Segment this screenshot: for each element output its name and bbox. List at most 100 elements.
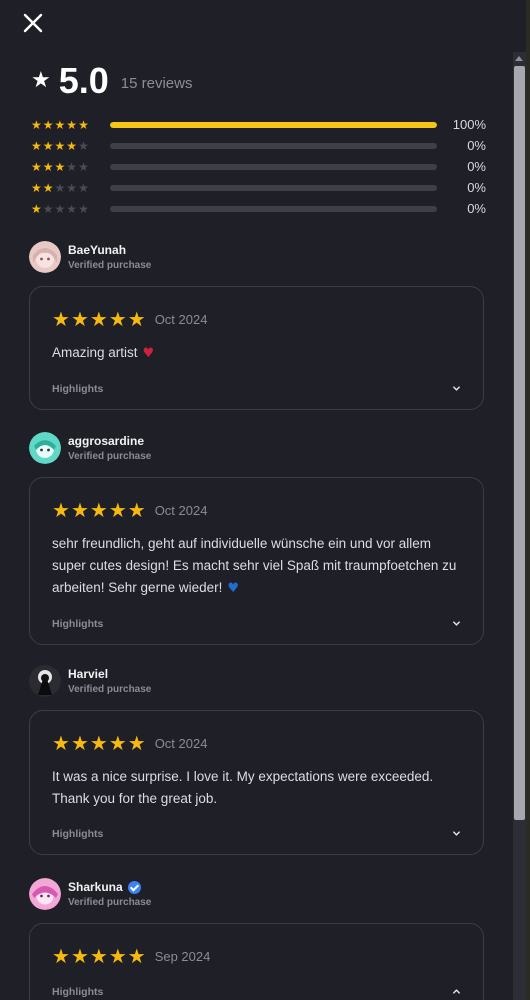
chevron-up-icon[interactable] (452, 983, 461, 1000)
review-text-content: Amazing artist (52, 345, 138, 360)
star-icon: ★ (52, 307, 71, 331)
reviewer-info: aggrosardine Verified purchase (68, 434, 151, 462)
highlights-label: Highlights (52, 618, 104, 630)
distribution-row: ★★★★★ 0% (31, 156, 486, 177)
verified-purchase-label: Verified purchase (68, 897, 152, 908)
highlights-toggle[interactable]: Highlights (52, 369, 461, 409)
star-icon: ★ (54, 180, 67, 195)
review-stars: ★★★★★ (52, 733, 147, 753)
chevron-down-icon[interactable] (452, 380, 461, 398)
star-icon: ★ (108, 944, 128, 968)
reviewer-header: BaeYunah Verified purchase (29, 240, 484, 274)
star-icon: ★ (78, 117, 90, 132)
star-icon: ★ (31, 68, 51, 93)
highlights-label: Highlights (52, 828, 104, 840)
heart-emoji-icon: ♥ (142, 346, 155, 361)
distribution-bar (110, 184, 437, 191)
distribution-stars: ★★★★★ (31, 139, 110, 153)
star-icon: ★ (78, 159, 90, 174)
review-card: ★★★★★ Oct 2024 Amazing artist ♥ Highlights (29, 286, 484, 410)
review-card: ★★★★★ Oct 2024 It was a nice surprise. I l… (29, 710, 484, 855)
highlights-label: Highlights (52, 383, 104, 395)
star-icon: ★ (70, 731, 90, 755)
review-text: Amazing artist ♥ (52, 342, 461, 365)
star-icon: ★ (31, 201, 43, 216)
star-icon: ★ (52, 498, 71, 522)
rating-distribution: ★★★★★ 100% ★★★★★ 0% ★★★★★ 0% ★★★★★ 0% ★★★★★ 0% (31, 114, 486, 219)
star-icon: ★ (70, 498, 90, 522)
avatar (29, 878, 61, 910)
star-icon: ★ (66, 138, 79, 153)
reviewer-name: Harviel (68, 667, 151, 681)
star-icon: ★ (78, 201, 90, 216)
review-date: Sep 2024 (154, 948, 211, 964)
star-icon: ★ (78, 138, 90, 153)
verified-purchase-label: Verified purchase (68, 451, 152, 462)
star-icon: ★ (42, 138, 55, 153)
distribution-row: ★★★★★ 0% (31, 198, 486, 219)
star-icon: ★ (127, 944, 147, 968)
review-card-header: ★★★★★ Oct 2024 (52, 500, 461, 520)
distribution-bar (110, 163, 437, 170)
star-icon: ★ (66, 180, 79, 195)
distribution-bar (110, 142, 437, 149)
star-icon: ★ (127, 307, 147, 331)
star-icon: ★ (66, 159, 79, 174)
star-icon: ★ (42, 180, 55, 195)
star-icon: ★ (42, 159, 55, 174)
distribution-percent: 0% (467, 138, 486, 153)
star-icon: ★ (66, 117, 79, 132)
scrollbar-thumb[interactable] (514, 66, 525, 820)
distribution-percent: 100% (452, 117, 486, 132)
review-text: sehr freundlich, geht auf individuelle w… (52, 533, 461, 600)
star-icon: ★ (54, 201, 67, 216)
highlights-toggle[interactable]: Highlights (52, 972, 461, 1000)
review-stars: ★★★★★ (52, 309, 147, 329)
close-icon (23, 13, 43, 33)
review-stars: ★★★★★ (52, 500, 147, 520)
average-rating: 5.0 (58, 60, 109, 101)
scroll-up-arrow-icon[interactable] (515, 56, 523, 61)
reviewer-name: Sharkuna (68, 880, 151, 894)
verified-purchase-label: Verified purchase (68, 684, 152, 695)
review-date: Oct 2024 (154, 311, 208, 327)
highlights-toggle[interactable]: Highlights (52, 604, 461, 644)
reviewer-info: Harviel Verified purchase (68, 667, 151, 695)
distribution-bar-fill (110, 121, 437, 128)
reviewer-name-text: BaeYunah (68, 243, 127, 257)
highlights-label: Highlights (52, 986, 104, 998)
distribution-stars: ★★★★★ (31, 202, 110, 216)
chevron-down-icon[interactable] (452, 615, 461, 633)
distribution-percent: 0% (467, 159, 486, 174)
distribution-bar (110, 205, 437, 212)
star-icon: ★ (108, 307, 128, 331)
star-icon: ★ (127, 731, 147, 755)
review-item: BaeYunah Verified purchase ★★★★★ Oct 2024 Am… (29, 240, 484, 410)
star-icon: ★ (31, 159, 43, 174)
distribution-row: ★★★★★ 0% (31, 177, 486, 198)
distribution-percent: 0% (467, 180, 486, 195)
star-icon: ★ (108, 498, 128, 522)
distribution-row: ★★★★★ 100% (31, 114, 486, 135)
review-text-content: sehr freundlich, geht auf individuelle w… (52, 536, 457, 595)
distribution-percent: 0% (467, 201, 486, 216)
highlights-toggle[interactable]: Highlights (52, 814, 461, 854)
review-card-header: ★★★★★ Oct 2024 (52, 733, 461, 753)
distribution-stars: ★★★★★ (31, 118, 110, 132)
star-icon: ★ (31, 180, 43, 195)
window-edge (526, 0, 530, 1000)
reviewer-header: aggrosardine Verified purchase (29, 431, 484, 465)
star-icon: ★ (70, 307, 90, 331)
reviewer-name-text: Harviel (68, 667, 109, 681)
reviewer-info: BaeYunah Verified purchase (68, 243, 151, 271)
review-stars: ★★★★★ (52, 946, 147, 966)
review-card: ★★★★★ Sep 2024 Highlights (29, 923, 484, 1000)
distribution-stars: ★★★★★ (31, 181, 110, 195)
star-icon: ★ (54, 159, 67, 174)
close-button[interactable] (22, 12, 44, 34)
star-icon: ★ (66, 201, 79, 216)
chevron-down-icon[interactable] (452, 825, 461, 843)
star-icon: ★ (89, 731, 109, 755)
review-item: Harviel Verified purchase ★★★★★ Oct 2024 It … (29, 664, 484, 855)
review-card-header: ★★★★★ Sep 2024 (52, 946, 461, 966)
